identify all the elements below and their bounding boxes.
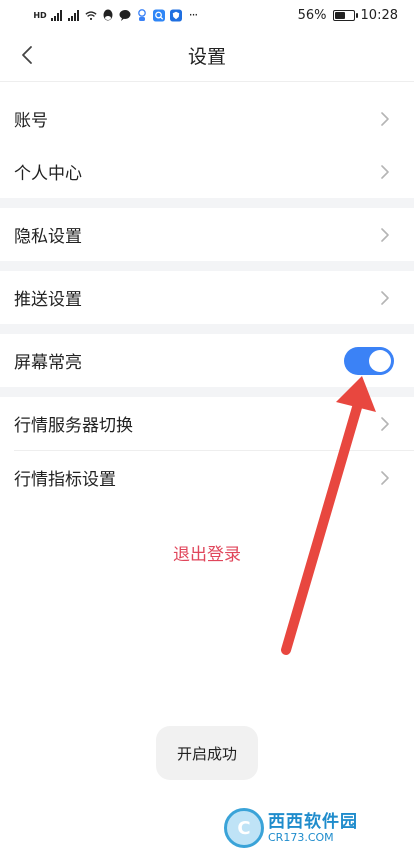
logout-button[interactable]: 退出登录 [0,540,414,565]
chevron-right-icon [376,289,394,307]
chevron-right-icon [376,415,394,433]
menu-item-label: 推送设置 [14,290,82,310]
chevron-right-icon [376,469,394,487]
status-bar: HD ··· 56% 10:28 [0,0,414,30]
battery-icon [332,9,358,21]
status-icons: HD ··· [33,8,199,22]
menu-item-account[interactable]: 账号 [0,92,414,145]
more-icon: ··· [188,8,198,22]
signal-icon [68,9,80,21]
menu-item-label: 隐私设置 [14,227,82,247]
back-button[interactable] [12,40,42,70]
menu-item-screen-always-on: 屏幕常亮 [0,334,414,387]
watermark-logo-text: 西西软件园 [268,812,358,832]
hd-icon: HD [33,10,47,20]
screen-always-on-toggle[interactable] [344,346,394,375]
page-title: 设置 [187,46,226,68]
menu-item-quote-indicator-settings[interactable]: 行情指标设置 [0,451,414,504]
chat-icon [119,9,131,21]
battery-level [334,11,345,19]
menu-item-label: 行情服务器切换 [14,416,133,436]
menu-item-push-settings[interactable]: 推送设置 [0,271,414,324]
menu-item-label: 行情指标设置 [14,470,116,490]
watermark-logo-mark: C [224,808,264,848]
section-gap [0,387,414,397]
menu-item-quote-server-switch[interactable]: 行情服务器切换 [0,397,414,450]
chevron-right-icon [376,226,394,244]
search-app-icon [153,9,165,21]
section-gap [0,324,414,334]
chevron-right-icon [376,110,394,128]
signal-icon [51,9,63,21]
menu-item-personal-center[interactable]: 个人中心 [0,145,414,198]
clock: 10:28 [360,7,398,23]
baby-icon [136,8,148,21]
qq-icon [102,9,114,21]
section-gap [0,198,414,208]
toggle-knob [369,349,391,372]
battery-percent: 56% [297,7,327,23]
toast-message: 开启成功 [156,726,258,780]
chevron-left-icon [22,46,32,64]
watermark-domain-text: CR173.COM [268,831,334,844]
menu-item-label: 个人中心 [14,164,82,184]
app-header: 设置 [0,30,414,82]
menu-item-label: 屏幕常亮 [14,353,82,373]
wifi-icon [85,9,97,21]
section-gap [0,261,414,271]
chevron-right-icon [376,163,394,181]
shield-app-icon [170,9,182,21]
watermark-logo: C 西西软件园 CR173.COM [224,806,402,850]
menu-item-privacy-settings[interactable]: 隐私设置 [0,208,414,261]
menu-item-label: 账号 [14,111,48,131]
status-right: 56% 10:28 [298,8,398,23]
